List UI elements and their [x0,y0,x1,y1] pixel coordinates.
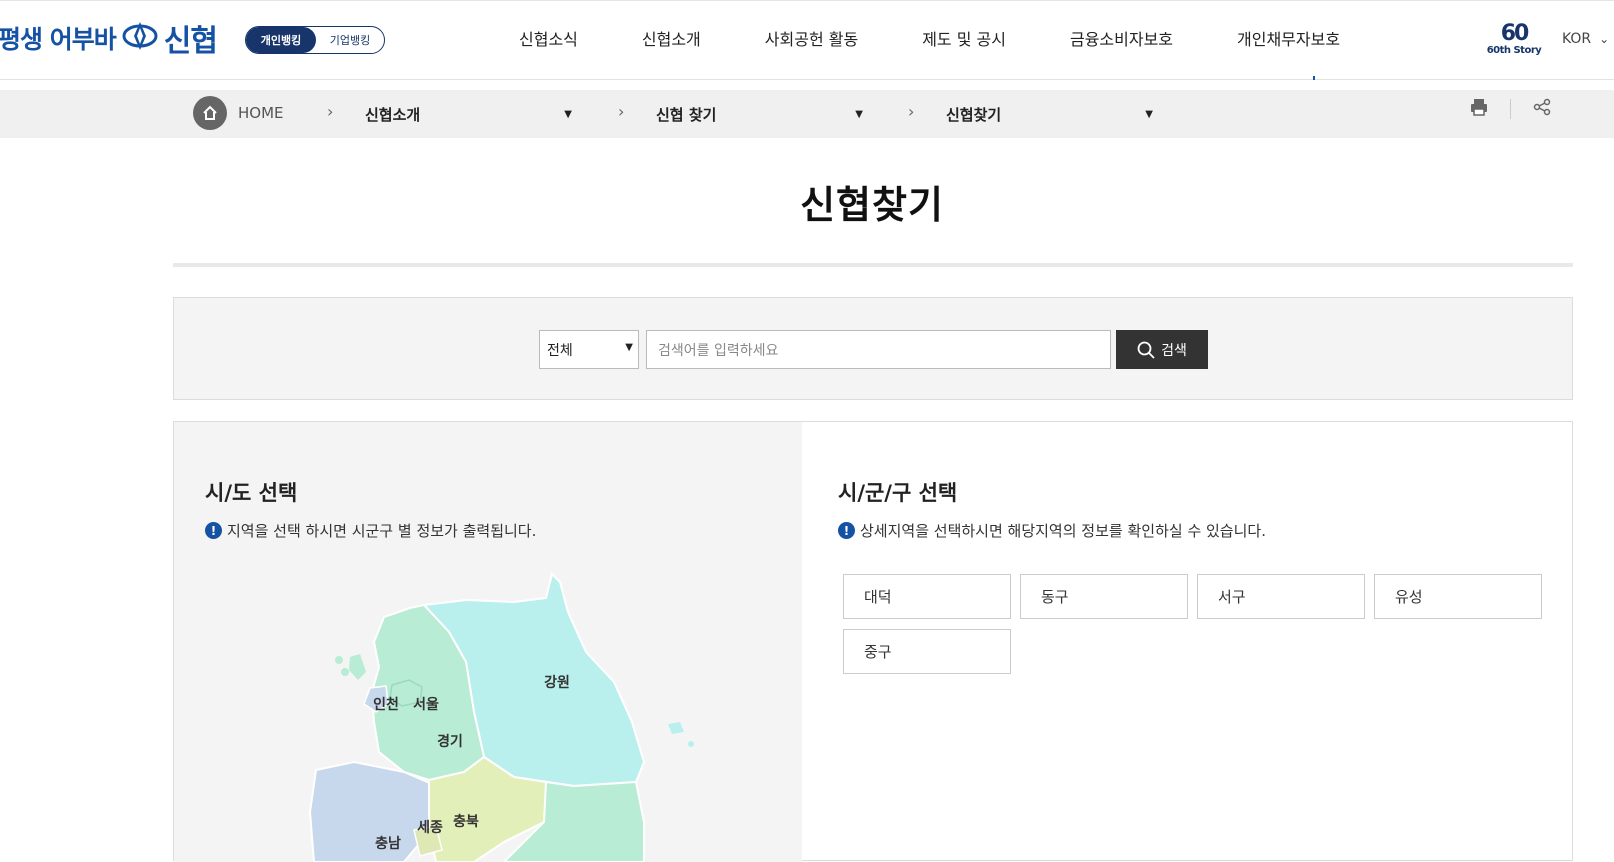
chevron-down-icon: ⌄ [1599,32,1610,46]
province-heading: 시/도 선택 [205,481,298,505]
district-button[interactable]: 중구 [843,629,1011,674]
map-island [688,741,694,747]
nav-item-disclosure[interactable]: 제도 및 공시 [922,26,1006,50]
cu-emblem-icon [122,20,158,56]
map-label-gangwon: 강원 [544,674,570,691]
map-label-sejong: 세종 [417,820,443,836]
info-icon: ! [205,522,222,539]
map-region-chungnam[interactable] [308,760,434,862]
province-info: ! 지역을 선택 하시면 시군구 별 정보가 출력됩니다. [205,520,536,541]
nav-item-news[interactable]: 신협소식 [519,26,578,50]
language-label: KOR [1562,31,1592,47]
breadcrumb-dropdown-level2[interactable]: 신협 찾기 ▼ [656,103,863,125]
breadcrumb-level2-label: 신협 찾기 [656,105,717,124]
breadcrumb-home[interactable]: HOME [238,104,284,122]
chevron-right-icon: › [908,102,915,121]
title-divider [173,263,1573,267]
nav-item-social-contribution[interactable]: 사회공헌 활동 [765,26,858,50]
district-button[interactable]: 유성 [1374,574,1542,619]
breadcrumb-dropdown-level1[interactable]: 신협소개 ▼ [365,103,572,125]
search-area: 전체 ▼ 검색어를 입력하세요 검색 [173,297,1573,400]
district-button[interactable]: 동구 [1020,574,1188,619]
map-island [668,722,684,734]
print-icon[interactable] [1470,98,1488,120]
korea-map[interactable]: 강원 인천 서울 경기 세종 충북 충남 [174,572,802,862]
search-category-select[interactable]: 전체 ▼ [539,330,639,369]
map-label-seoul: 서울 [413,696,439,713]
district-info-text: 상세지역을 선택하시면 해당지역의 정보를 확인하실 수 있습니다. [860,522,1266,540]
language-selector[interactable]: KOR ⌄ [1562,31,1609,47]
page-tools [1470,98,1551,120]
logo-brand: 신협 [163,24,218,59]
breadcrumb: HOME › 신협소개 ▼ › 신협 찾기 ▼ › 신협찾기 ▼ [0,90,1614,138]
60th-story-link[interactable]: 60 60th Story [1484,23,1544,57]
district-heading: 시/군/구 선택 [838,481,958,505]
page-title: 신협찾기 [800,183,944,227]
map-label-chungbuk: 충북 [453,814,479,830]
district-info: ! 상세지역을 선택하시면 해당지역의 정보를 확인하실 수 있습니다. [838,520,1266,541]
site-header: 평생 어부바 신협 개인뱅킹 기업뱅킹 신협소식 신협소개 사회공헌 활동 제도… [0,1,1614,80]
caret-down-icon: ▼ [855,108,863,120]
district-button[interactable]: 서구 [1197,574,1365,619]
nav-indicator [1313,76,1315,80]
nav-item-consumer-protection[interactable]: 금융소비자보호 [1070,26,1173,50]
main-nav: 신협소식 신협소개 사회공헌 활동 제도 및 공시 금융소비자보호 개인채무자보… [519,26,1404,50]
corporate-banking-tab[interactable]: 기업뱅킹 [316,32,384,48]
region-panel: 시/도 선택 ! 지역을 선택 하시면 시군구 별 정보가 출력됩니다. 강원 … [173,421,1573,862]
chevron-right-icon: › [327,102,334,121]
search-category-value: 전체 [547,342,573,359]
share-icon[interactable] [1533,98,1551,120]
info-icon: ! [838,522,855,539]
breadcrumb-dropdown-level3[interactable]: 신협찾기 ▼ [946,103,1153,125]
nav-item-debtor-protection[interactable]: 개인채무자보호 [1237,26,1340,50]
map-island [335,656,343,664]
tool-divider [1510,99,1511,119]
nav-item-about[interactable]: 신협소개 [642,26,701,50]
search-input[interactable]: 검색어를 입력하세요 [646,330,1111,369]
story-label: 60th Story [1486,45,1542,56]
site-logo[interactable]: 평생 어부바 신협 [0,20,218,59]
chevron-right-icon: › [618,102,625,121]
caret-down-icon: ▼ [564,108,572,120]
breadcrumb-level1-label: 신협소개 [365,105,421,124]
caret-down-icon: ▼ [1145,108,1153,120]
search-button[interactable]: 검색 [1116,330,1208,369]
chevron-down-icon: ▼ [625,342,633,353]
personal-banking-tab[interactable]: 개인뱅킹 [246,27,316,53]
home-icon[interactable] [193,96,227,130]
map-island [341,668,349,676]
map-label-chungnam: 충남 [375,835,401,852]
logo-slogan: 평생 어부바 [0,25,117,54]
search-icon [1137,341,1155,359]
map-island [349,654,366,680]
banking-toggle: 개인뱅킹 기업뱅킹 [245,26,385,54]
province-panel: 시/도 선택 ! 지역을 선택 하시면 시군구 별 정보가 출력됩니다. 강원 … [174,422,802,862]
breadcrumb-level3-label: 신협찾기 [946,105,1002,124]
search-button-label: 검색 [1161,342,1187,359]
map-label-incheon: 인천 [373,696,399,713]
map-label-gyeonggi: 경기 [437,733,463,750]
district-button[interactable]: 대덕 [843,574,1011,619]
province-info-text: 지역을 선택 하시면 시군구 별 정보가 출력됩니다. [227,522,537,540]
story-number: 60 [1500,21,1530,46]
